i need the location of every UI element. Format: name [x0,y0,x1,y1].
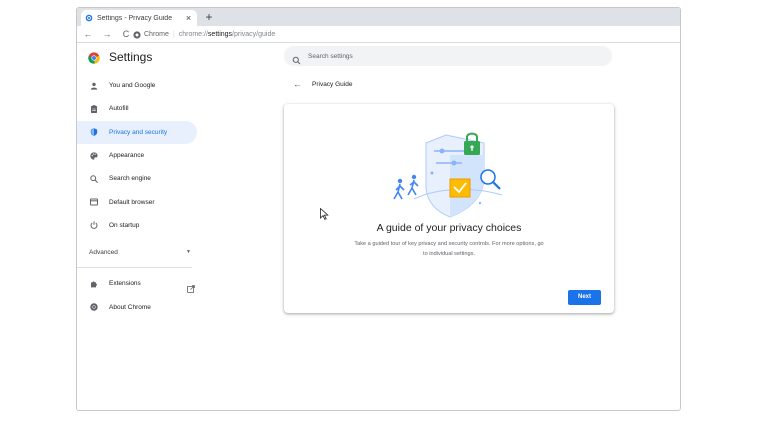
forward-button[interactable]: → [99,27,115,41]
mouse-cursor-icon [320,208,329,220]
sidebar-item-about-chrome[interactable]: About Chrome [77,295,201,318]
toolbar: ← → C Chrome | chrome:// settings /priva… [77,26,680,43]
sidebar-item-label: Search engine [109,175,151,183]
person-icon [90,82,98,90]
sidebar-item-extensions[interactable]: Extensions [77,272,201,295]
sidebar-item-appearance[interactable]: Appearance [77,144,201,167]
next-button[interactable]: Next [568,290,601,305]
chrome-icon [133,30,141,39]
back-button[interactable]: ← [80,27,96,41]
chevron-down-icon: ▼ [186,249,191,256]
close-icon[interactable]: × [184,13,193,23]
browser-window: Settings - Privacy Guide × + ← → C Chrom… [76,7,681,411]
tab-settings[interactable]: Settings - Privacy Guide × [81,10,197,26]
sidebar: You and Google Autofill Privacy and secu… [77,74,201,319]
sidebar-item-privacy-and-security[interactable]: Privacy and security [77,120,197,144]
search-icon [90,175,98,183]
sidebar-item-you-and-google[interactable]: You and Google [77,74,201,97]
external-link-icon[interactable] [187,280,195,293]
breadcrumb: ← Privacy Guide [293,79,352,89]
reload-button[interactable]: C [118,27,134,41]
card-description: Take a guided tour of key privacy and se… [354,241,544,257]
search-icon [292,52,301,64]
url-scheme: chrome:// [178,31,208,38]
arrow-back-icon[interactable]: ← [293,79,302,89]
search-input[interactable]: Search settings [284,46,612,66]
palette-icon [90,151,98,160]
power-icon [90,221,98,230]
sidebar-item-label: Appearance [109,152,145,160]
browser-icon [90,198,98,206]
card-heading: A guide of your privacy choices [376,222,522,234]
tab-title: Settings - Privacy Guide [97,14,173,22]
url-host: settings [207,31,233,38]
sidebar-item-autofill[interactable]: Autofill [77,97,201,120]
gear-icon [85,14,93,22]
url-path: /privacy/guide [232,31,276,38]
sidebar-item-label: On startup [109,221,140,229]
chrome-icon [90,303,98,311]
shield-icon [90,128,98,137]
sidebar-item-label: Privacy and security [109,128,168,136]
new-tab-button[interactable]: + [202,10,216,24]
clipboard-icon [90,105,98,113]
sidebar-item-default-browser[interactable]: Default browser [77,190,201,213]
sidebar-item-label: You and Google [109,82,156,90]
tab-strip: Settings - Privacy Guide × + [77,8,680,26]
sidebar-item-search-engine[interactable]: Search engine [77,167,201,190]
sidebar-item-label: Extensions [109,280,141,288]
sidebar-item-on-startup[interactable]: On startup [77,214,201,237]
sidebar-item-label: Default browser [109,198,155,206]
subpage-title: Privacy Guide [312,80,353,88]
sidebar-advanced-toggle[interactable]: Advanced ▼ [77,241,201,263]
advanced-label: Advanced [89,248,118,256]
omnibox-chrome-label: Chrome [144,31,169,38]
sidebar-item-label: Autofill [109,105,129,113]
page-title: Settings [109,50,153,64]
search-placeholder: Search settings [308,52,353,60]
chrome-logo-icon [88,51,100,64]
address-bar[interactable]: Chrome | chrome:// settings /privacy/gui… [133,28,676,41]
puzzle-icon [90,280,98,288]
privacy-guide-illustration [393,132,503,218]
omnibox-separator: | [172,31,175,38]
privacy-guide-card: A guide of your privacy choices Take a g… [284,104,614,313]
sidebar-item-label: About Chrome [109,303,151,311]
sidebar-divider [77,267,192,269]
